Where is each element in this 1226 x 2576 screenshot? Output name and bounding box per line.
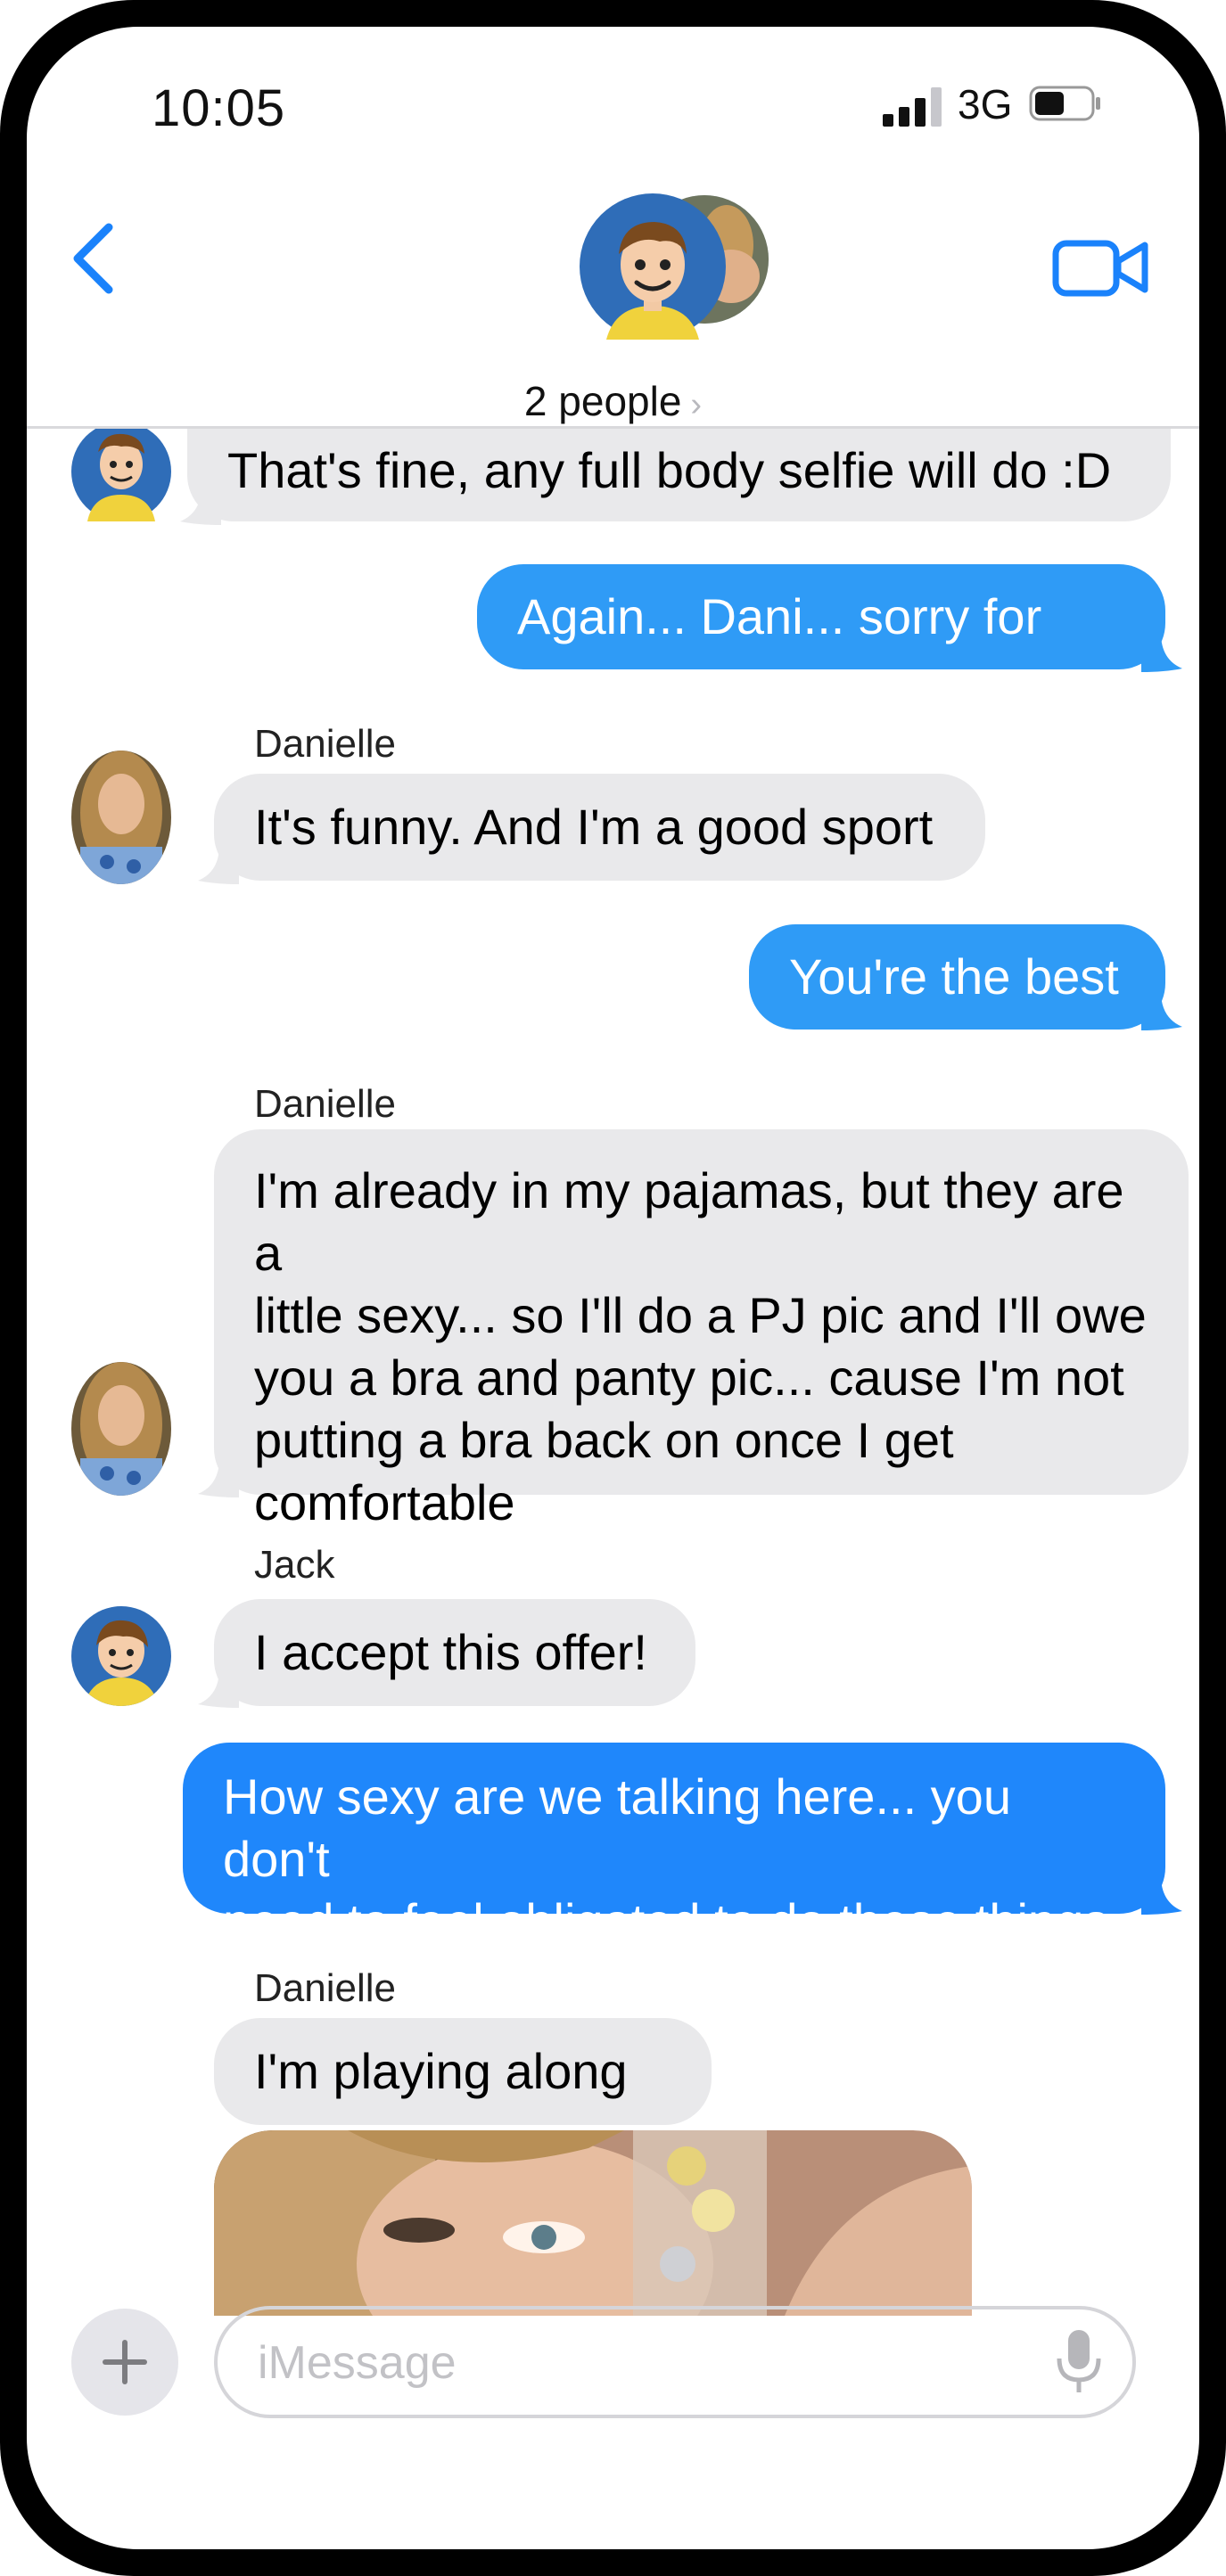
signal-icon: [883, 87, 942, 127]
message-bubble-received[interactable]: I accept this offer!: [214, 1599, 695, 1706]
message-bubble-received[interactable]: I'm playing along :): [214, 2018, 712, 2206]
sender-name: Danielle: [254, 1966, 396, 2010]
message-line: I'm already in my pajamas, but they are …: [254, 1162, 1124, 1281]
message-input-placeholder: iMessage: [258, 2337, 457, 2389]
message-text: Again... Dani... sorry for him: [517, 588, 1042, 750]
bubble-tail: [198, 845, 239, 884]
message-line: you a bra and panty pic... cause I'm not: [254, 1350, 1124, 1406]
message-text: I accept this offer!: [254, 1624, 647, 1680]
avatar-danielle: [71, 751, 171, 884]
message-text: It's funny. And I'm a good sport: [254, 799, 934, 855]
photo-attachment[interactable]: [214, 2130, 972, 2316]
message-bubble-sent[interactable]: How sexy are we talking here... you don'…: [183, 1743, 1165, 1949]
message-line: putting a bra back on once I get: [254, 1412, 954, 1468]
microphone-icon[interactable]: [1052, 2326, 1106, 2398]
message-line: comfortable: [254, 1474, 515, 1530]
message-text: That's fine, any full body selfie will d…: [227, 442, 1112, 498]
avatar-danielle: [71, 1362, 171, 1496]
people-count-label: 2 people: [523, 378, 682, 424]
bubble-tail: [1141, 633, 1182, 672]
chevron-left-icon[interactable]: [64, 218, 127, 299]
bubble-tail: [198, 1458, 239, 1497]
bubble-tail: [180, 486, 221, 525]
message-bubble-sent[interactable]: You're the best: [749, 924, 1165, 1030]
message-input[interactable]: iMessage: [214, 2306, 1136, 2418]
network-type: 3G: [958, 81, 1013, 127]
bubble-tail: [1141, 991, 1182, 1030]
chevron-right-icon: ›: [690, 386, 703, 423]
status-time: 10:05: [152, 79, 286, 137]
message-bubble-sent[interactable]: Again... Dani... sorry for him: [477, 564, 1165, 750]
group-people-label[interactable]: 2 people ›: [27, 377, 1199, 425]
sender-name: Danielle: [254, 1082, 396, 1126]
message-bubble-received[interactable]: I'm already in my pajamas, but they are …: [214, 1129, 1189, 1530]
message-text: You're the best: [789, 948, 1119, 1005]
message-bubble-received[interactable]: It's funny. And I'm a good sport: [214, 774, 985, 881]
bubble-tail: [198, 1669, 239, 1708]
sender-name: Danielle: [254, 722, 396, 766]
message-line: need to feel obligated to do these thing…: [223, 1893, 1109, 1949]
phone-screen: 10:05 3G 2 people › That's fine, any ful…: [27, 27, 1199, 2549]
battery-icon: [1029, 86, 1100, 121]
plus-icon: [103, 2340, 147, 2384]
bubble-tail: [1141, 1875, 1182, 1915]
message-line: little sexy... so I'll do a PJ pic and I…: [254, 1287, 1147, 1343]
message-bubble-received[interactable]: That's fine, any full body selfie will d…: [187, 429, 1171, 521]
avatar-jack: [71, 429, 171, 521]
video-camera-icon[interactable]: [1052, 227, 1150, 308]
sender-name: Jack: [254, 1543, 335, 1587]
phone-frame: 10:05 3G 2 people › That's fine, any ful…: [0, 0, 1226, 2576]
avatar-jack: [71, 1606, 171, 1706]
add-attachment-button[interactable]: [71, 2309, 178, 2416]
message-line: How sexy are we talking here... you don'…: [223, 1768, 1011, 1887]
group-avatar[interactable]: [580, 192, 776, 343]
